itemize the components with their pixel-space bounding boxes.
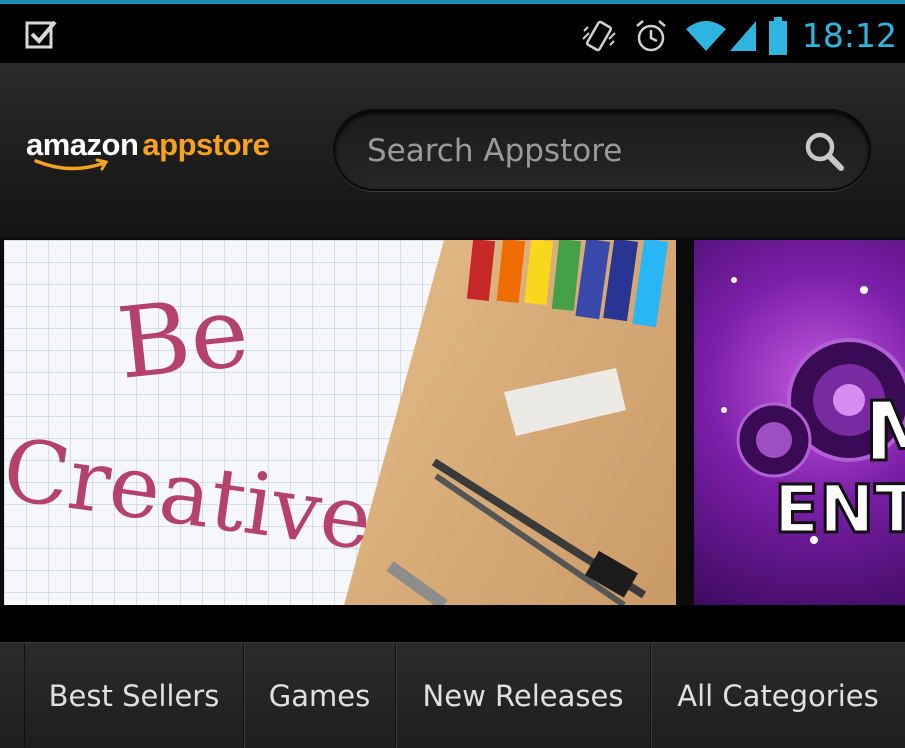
app-header: amazon appstore xyxy=(0,63,905,240)
banner-be-creative-art: Be Creative xyxy=(4,240,669,605)
banner-be-creative[interactable]: Be Creative xyxy=(4,240,676,605)
search-icon[interactable] xyxy=(803,130,845,172)
nav-label: Best Sellers xyxy=(48,678,220,713)
banner-text-ent: ENT xyxy=(774,471,905,548)
compass-image xyxy=(431,458,647,605)
nav-label: New Releases xyxy=(422,678,624,713)
checkbox-notification-icon xyxy=(25,20,57,49)
eraser-image xyxy=(504,368,626,436)
search-input[interactable] xyxy=(365,129,789,173)
featured-carousel[interactable]: Be Creative M ENT xyxy=(0,238,905,605)
amazon-smile-icon xyxy=(34,158,109,171)
divider xyxy=(0,605,905,642)
vibrate-icon xyxy=(580,17,618,55)
status-icons: 18:12 xyxy=(580,8,905,63)
nav-all-categories[interactable]: All Categories xyxy=(651,643,905,748)
banner-music-entertainment[interactable]: M ENT xyxy=(694,240,905,605)
nav-label: Games xyxy=(268,678,371,713)
battery-icon xyxy=(768,16,788,56)
search-bar[interactable] xyxy=(333,109,871,191)
alarm-icon xyxy=(632,17,670,55)
banner-text-m: M xyxy=(864,385,905,480)
banner-music-art: M ENT xyxy=(721,277,905,550)
nav-new-releases[interactable]: New Releases xyxy=(396,643,651,748)
nav-games[interactable]: Games xyxy=(244,643,396,748)
logo-appstore-text: appstore xyxy=(142,127,270,162)
signal-icon xyxy=(728,17,758,55)
amazon-appstore-logo[interactable]: amazon appstore xyxy=(26,127,270,177)
nav-best-sellers[interactable]: Best Sellers xyxy=(24,643,244,748)
status-time: 18:12 xyxy=(801,16,897,55)
nav-label: All Categories xyxy=(677,678,879,713)
status-bar: 18:12 xyxy=(0,0,905,63)
banner-text-be: Be xyxy=(113,275,254,402)
markers-image xyxy=(466,240,669,328)
category-nav: Best Sellers Games New Releases All Cate… xyxy=(0,642,905,748)
pencil-image xyxy=(386,561,448,605)
wifi-icon xyxy=(684,17,728,55)
